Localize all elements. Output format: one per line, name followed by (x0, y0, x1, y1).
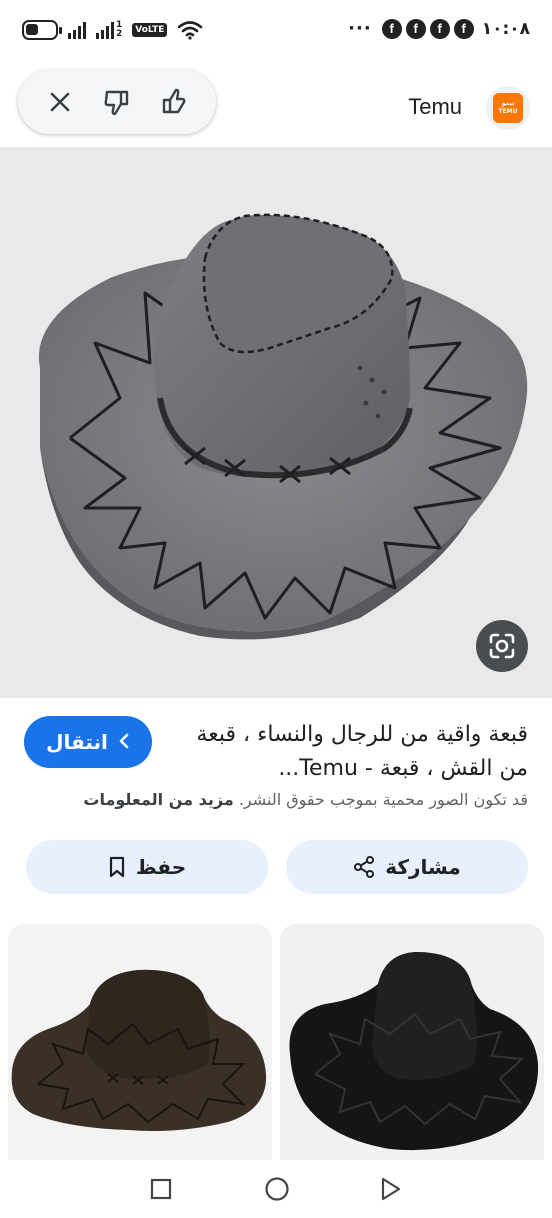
bookmark-icon (109, 856, 124, 878)
facebook-icon: f (405, 18, 426, 39)
status-left: 12 VoLTE (22, 20, 203, 40)
visit-button-label: انتقال (46, 730, 108, 754)
logo-text-arabic: تيمو (501, 100, 515, 107)
lens-icon (489, 633, 515, 659)
learn-more-link[interactable]: مزيد من المعلومات (83, 790, 233, 809)
wifi-icon (178, 21, 203, 40)
copyright-line: قد تكون الصور محمية بموجب حقوق النشر. مز… (18, 790, 528, 809)
volte-badge: VoLTE (132, 23, 168, 37)
status-bar: 12 VoLTE ··· f f f f ١٠:٠٨ (0, 0, 552, 64)
share-icon (354, 856, 375, 878)
back-icon[interactable] (380, 1177, 402, 1201)
thumbs-up-icon[interactable] (156, 84, 192, 120)
share-button-label: مشاركة (385, 855, 461, 879)
gray-cowboy-hat-image (38, 213, 528, 640)
google-lens-button[interactable] (476, 620, 528, 672)
close-icon[interactable] (42, 84, 78, 120)
site-logo[interactable]: تيمو TEMU (486, 86, 530, 130)
temu-logo-icon: تيمو TEMU (493, 93, 523, 123)
save-button-label: حفظ (135, 855, 187, 879)
viewer-header: Temu تيمو TEMU (0, 64, 552, 148)
thumbs-down-icon[interactable] (99, 84, 135, 120)
related-image-black-hat[interactable] (280, 924, 544, 1160)
system-nav-bar (0, 1160, 552, 1218)
copyright-notice: قد تكون الصور محمية بموجب حقوق النشر. (238, 790, 528, 809)
visit-button[interactable]: انتقال (24, 716, 152, 768)
logo-text-latin: TEMU (498, 108, 518, 115)
chevron-left-icon (118, 730, 130, 754)
facebook-icon: f (429, 18, 450, 39)
site-name[interactable]: Temu (408, 94, 462, 120)
facebook-icon: f (381, 18, 402, 39)
share-button[interactable]: مشاركة (286, 840, 528, 894)
brown-cowboy-hat-image (11, 969, 267, 1131)
battery-icon (22, 20, 62, 40)
overflow-dots: ··· (348, 18, 372, 39)
signal-sim2-icon: 12 (96, 21, 122, 39)
clock: ١٠:٠٨ (481, 18, 530, 39)
save-button[interactable]: حفظ (26, 840, 268, 894)
facebook-icon: f (453, 18, 474, 39)
recents-icon[interactable] (150, 1178, 172, 1200)
black-cowboy-hat-image (289, 952, 539, 1151)
home-icon[interactable] (264, 1176, 290, 1202)
feedback-pill (18, 70, 216, 134)
signal-icon (68, 21, 86, 39)
related-image-brown-hat[interactable] (8, 924, 272, 1160)
result-title: قبعة واقية من للرجال والنساء ، قبعة من ا… (196, 722, 528, 781)
status-right: ··· f f f f ١٠:٠٨ (348, 18, 530, 39)
main-image[interactable] (0, 148, 552, 698)
